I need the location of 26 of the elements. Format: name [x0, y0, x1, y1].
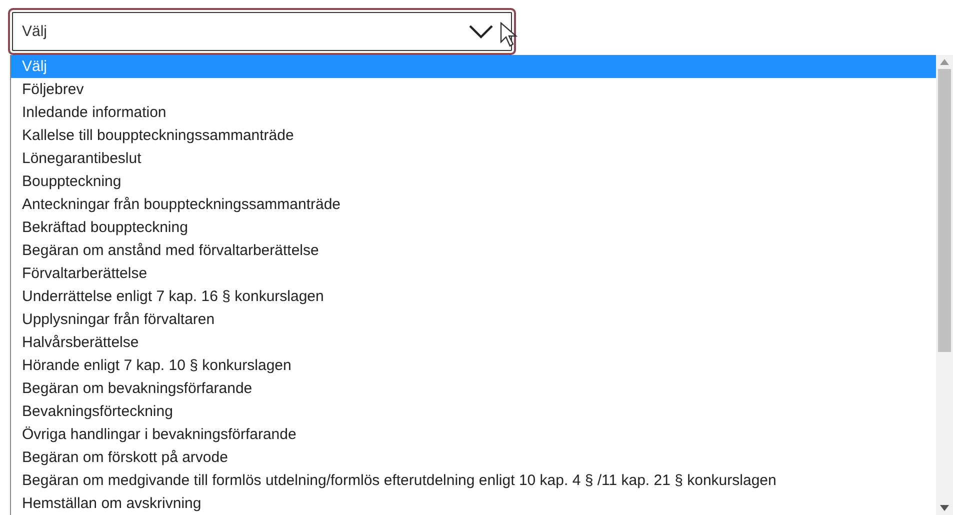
- dropdown-option[interactable]: Bevakningsförteckning: [11, 400, 936, 423]
- scrollbar-thumb[interactable]: [938, 69, 951, 352]
- scroll-up-icon[interactable]: [940, 59, 949, 65]
- document-type-select[interactable]: Välj: [8, 8, 516, 55]
- scrollbar[interactable]: [936, 55, 953, 515]
- dropdown-option[interactable]: Lönegarantibeslut: [11, 147, 936, 170]
- dropdown-option[interactable]: Begäran om anstånd med förvaltarberättelse: [11, 239, 936, 262]
- dropdown-option[interactable]: Hörande enligt 7 kap. 10 § konkurslagen: [11, 354, 936, 377]
- dropdown-option[interactable]: Följebrev: [11, 78, 936, 101]
- dropdown-option[interactable]: Halvårsberättelse: [11, 331, 936, 354]
- mouse-cursor-icon: [500, 22, 518, 48]
- dropdown-option[interactable]: Upplysningar från förvaltaren: [11, 308, 936, 331]
- dropdown-option[interactable]: Bouppteckning: [11, 170, 936, 193]
- dropdown-option[interactable]: Kallelse till bouppteckningssammanträde: [11, 124, 936, 147]
- dropdown-option[interactable]: Begäran om medgivande till formlös utdelning/formlös efterutdelning enligt 10 kap. 4 § /11 kap. 21 § konkurslagen: [11, 469, 936, 492]
- scroll-down-icon[interactable]: [940, 505, 949, 511]
- dropdown-option[interactable]: Övriga handlingar i bevakningsförfarande: [11, 423, 936, 446]
- dropdown-option[interactable]: Hemställan om avskrivning: [11, 492, 936, 515]
- dropdown-option[interactable]: Anteckningar från bouppteckningssammanträde: [11, 193, 936, 216]
- dropdown-option[interactable]: Begäran om bevakningsförfarande: [11, 377, 936, 400]
- dropdown-option[interactable]: Förvaltarberättelse: [11, 262, 936, 285]
- dropdown-option[interactable]: Inledande information: [11, 101, 936, 124]
- dropdown-option[interactable]: Underrättelse enligt 7 kap. 16 § konkurslagen: [11, 285, 936, 308]
- dropdown-option[interactable]: Bekräftad bouppteckning: [11, 216, 936, 239]
- dropdown-option[interactable]: Begäran om förskott på arvode: [11, 446, 936, 469]
- chevron-down-icon: [468, 24, 494, 40]
